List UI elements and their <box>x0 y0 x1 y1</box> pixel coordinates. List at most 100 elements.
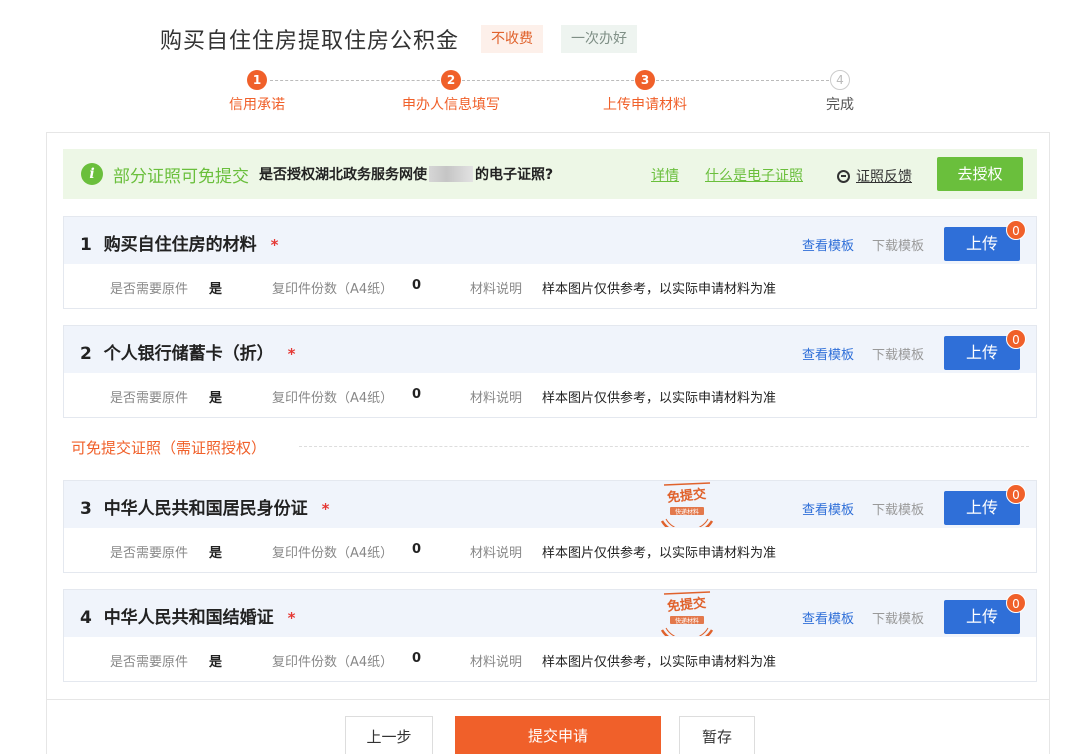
need-original-value: 是 <box>209 655 223 670</box>
card-header: 2 个人银行储蓄卡（折） * 查看模板 下载模板 上传 0 <box>64 326 1036 373</box>
view-template-link[interactable]: 查看模板 <box>802 344 854 363</box>
step-label: 申办人信息填写 <box>402 97 500 113</box>
copies-label: 复印件份数（A4纸） <box>272 655 394 670</box>
material-index: 3 <box>80 499 92 519</box>
description-value: 样本图片仅供参考，以实际申请材料为准 <box>542 655 777 670</box>
copies-value: 0 <box>412 651 422 666</box>
notice-title: 部分证照可免提交 <box>113 166 249 187</box>
material-index: 1 <box>80 235 92 255</box>
material-title: 1 购买自住住房的材料 * <box>80 230 278 255</box>
submit-application-button[interactable]: 提交申请 <box>455 716 661 754</box>
need-original-label: 是否需要原件 <box>110 655 189 670</box>
page-header: 购买自住住房提取住房公积金 不收费 一次办好 <box>160 22 638 56</box>
view-template-link[interactable]: 查看模板 <box>802 608 854 627</box>
material-title: 4 中华人民共和国结婚证 * <box>80 603 295 628</box>
download-template-link[interactable]: 下载模板 <box>872 344 924 363</box>
material-index: 2 <box>80 344 92 364</box>
step-upload-materials: 3 上传申请材料 <box>585 70 705 114</box>
copies-value: 0 <box>412 542 422 557</box>
required-mark: * <box>321 500 330 518</box>
feedback-label: 证照反馈 <box>856 169 912 185</box>
download-template-link[interactable]: 下载模板 <box>872 499 924 518</box>
upload-count-badge: 0 <box>1006 220 1026 240</box>
stamp-text: 免提交 <box>666 486 706 506</box>
notice-question: 是否授权湖北政务服务网使 的电子证照? <box>259 164 553 184</box>
material-name: 个人银行储蓄卡（折） <box>103 344 274 364</box>
section-divider <box>299 446 1029 447</box>
copies-label: 复印件份数（A4纸） <box>272 282 394 297</box>
exempt-stamp-icon: 快递材料 免提交 <box>660 482 714 527</box>
card-header: 4 中华人民共和国结婚证 * 快递材料 免提交 查看模板 下载模板 上传 0 <box>64 590 1036 637</box>
form-footer: 上一步 提交申请 暂存 <box>47 699 1049 754</box>
previous-step-button[interactable]: 上一步 <box>345 716 433 754</box>
material-title: 2 个人银行储蓄卡（折） * <box>80 339 295 364</box>
step-number: 1 <box>247 70 267 90</box>
redacted-block <box>429 166 473 182</box>
step-label: 上传申请材料 <box>603 97 687 113</box>
description-label: 材料说明 <box>470 655 523 670</box>
stamp-subtext: 快递材料 <box>675 508 699 516</box>
download-template-link[interactable]: 下载模板 <box>872 608 924 627</box>
need-original-label: 是否需要原件 <box>110 282 189 297</box>
card-details: 是否需要原件 是 复印件份数（A4纸） 0 材料说明 样本图片仅供参考，以实际申… <box>64 373 1036 418</box>
material-card: 2 个人银行储蓄卡（折） * 查看模板 下载模板 上传 0 是否需要原件 是 复… <box>63 325 1037 418</box>
description-label: 材料说明 <box>470 282 523 297</box>
material-name: 中华人民共和国结婚证 <box>103 608 274 628</box>
card-details: 是否需要原件 是 复印件份数（A4纸） 0 材料说明 样本图片仅供参考，以实际申… <box>64 528 1036 573</box>
info-icon: i <box>81 163 103 185</box>
one-time-tag: 一次办好 <box>561 25 638 53</box>
material-title: 3 中华人民共和国居民身份证 * <box>80 494 329 519</box>
materials-panel: i 部分证照可免提交 是否授权湖北政务服务网使 的电子证照? 详情 什么是电子证… <box>46 132 1050 754</box>
exempt-section-title: 可免提交证照（需证照授权） <box>71 439 267 457</box>
progress-steps: 1 信用承诺 2 申办人信息填写 3 上传申请材料 4 完成 <box>200 70 900 120</box>
description-label: 材料说明 <box>470 546 523 561</box>
save-draft-button[interactable]: 暂存 <box>679 716 755 754</box>
question-prefix: 是否授权湖北政务服务网使 <box>259 167 427 183</box>
authorize-button[interactable]: 去授权 <box>937 157 1023 191</box>
description-label: 材料说明 <box>470 391 523 406</box>
exempt-stamp-icon: 快递材料 免提交 <box>660 591 714 636</box>
question-suffix: 的电子证照? <box>475 167 554 183</box>
need-original-label: 是否需要原件 <box>110 546 189 561</box>
view-template-link[interactable]: 查看模板 <box>802 235 854 254</box>
step-applicant-info: 2 申办人信息填写 <box>391 70 511 114</box>
need-original-value: 是 <box>209 546 223 561</box>
copies-label: 复印件份数（A4纸） <box>272 546 394 561</box>
e-license-notice: i 部分证照可免提交 是否授权湖北政务服务网使 的电子证照? 详情 什么是电子证… <box>63 149 1037 199</box>
copies-value: 0 <box>412 387 422 402</box>
step-complete: 4 完成 <box>780 70 900 114</box>
material-name: 中华人民共和国居民身份证 <box>103 499 308 519</box>
copies-value: 0 <box>412 278 422 293</box>
material-card: 1 购买自住住房的材料 * 查看模板 下载模板 上传 0 是否需要原件 是 复印… <box>63 216 1037 309</box>
card-details: 是否需要原件 是 复印件份数（A4纸） 0 材料说明 样本图片仅供参考，以实际申… <box>64 264 1036 309</box>
step-number: 2 <box>441 70 461 90</box>
need-original-value: 是 <box>209 282 223 297</box>
required-mark: * <box>287 609 296 627</box>
step-credit-commitment: 1 信用承诺 <box>197 70 317 114</box>
upload-count-badge: 0 <box>1006 484 1026 504</box>
upload-count-badge: 0 <box>1006 593 1026 613</box>
card-details: 是否需要原件 是 复印件份数（A4纸） 0 材料说明 样本图片仅供参考，以实际申… <box>64 637 1036 682</box>
card-header: 1 购买自住住房的材料 * 查看模板 下载模板 上传 0 <box>64 217 1036 264</box>
download-template-link[interactable]: 下载模板 <box>872 235 924 254</box>
step-label: 信用承诺 <box>229 97 285 113</box>
material-card: 3 中华人民共和国居民身份证 * 快递材料 免提交 查看模板 下载模板 上传 0… <box>63 480 1037 573</box>
need-original-label: 是否需要原件 <box>110 391 189 406</box>
material-name: 购买自住住房的材料 <box>103 235 257 255</box>
required-mark: * <box>270 236 279 254</box>
upload-count-badge: 0 <box>1006 329 1026 349</box>
step-number: 4 <box>830 70 850 90</box>
material-index: 4 <box>80 608 92 628</box>
description-value: 样本图片仅供参考，以实际申请材料为准 <box>542 391 777 406</box>
what-is-e-license-link[interactable]: 什么是电子证照 <box>705 165 803 185</box>
view-template-link[interactable]: 查看模板 <box>802 499 854 518</box>
need-original-value: 是 <box>209 391 223 406</box>
details-link[interactable]: 详情 <box>651 165 679 185</box>
description-value: 样本图片仅供参考，以实际申请材料为准 <box>542 282 777 297</box>
feedback-icon <box>837 169 850 183</box>
material-card: 4 中华人民共和国结婚证 * 快递材料 免提交 查看模板 下载模板 上传 0 是… <box>63 589 1037 682</box>
license-feedback-link[interactable]: 证照反馈 <box>837 166 912 186</box>
stamp-subtext: 快递材料 <box>675 617 699 625</box>
required-mark: * <box>287 345 296 363</box>
step-number: 3 <box>635 70 655 90</box>
